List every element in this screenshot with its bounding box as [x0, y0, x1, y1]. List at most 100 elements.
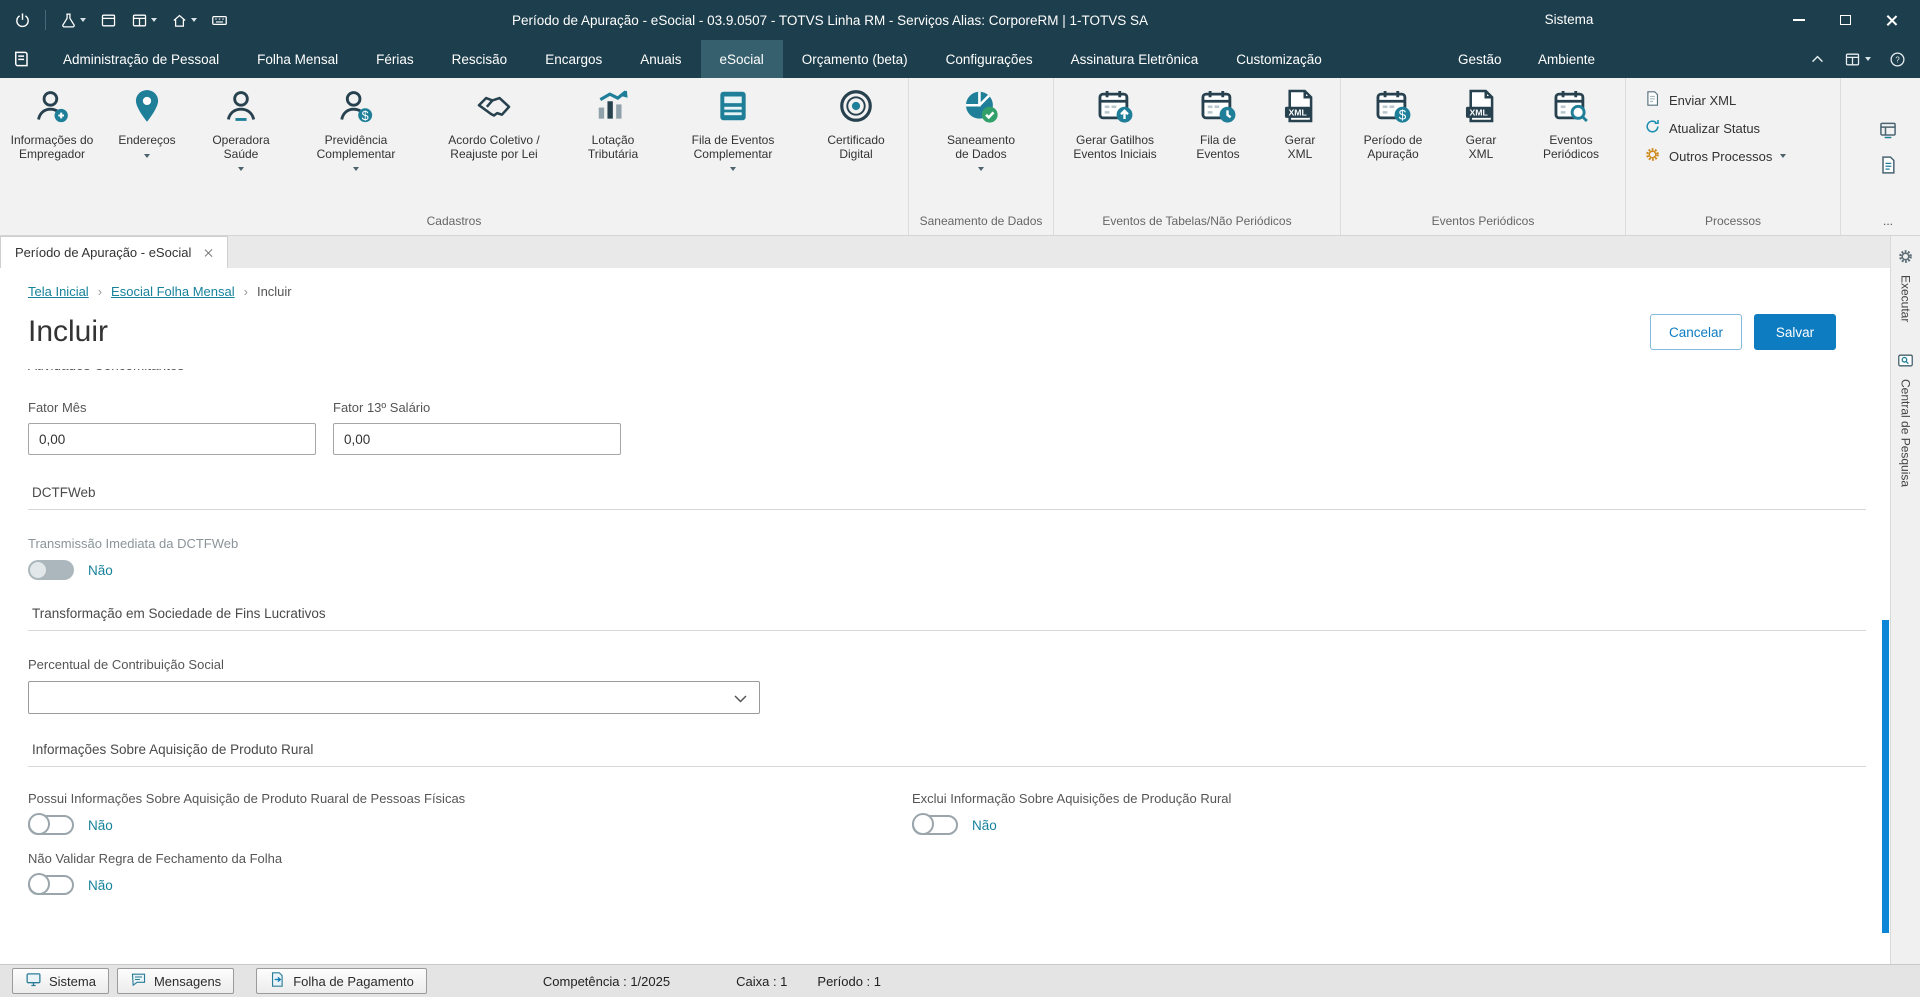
help-icon[interactable]	[1889, 51, 1906, 68]
sidebar-item-executar[interactable]: Executar	[1897, 248, 1914, 322]
exclui-info-toggle[interactable]	[912, 813, 958, 835]
ribbon-item-gerar-xml-tabelas[interactable]: Gerar XML	[1262, 78, 1338, 163]
cancel-button[interactable]: Cancelar	[1650, 314, 1742, 350]
window-split-icon[interactable]	[1844, 51, 1871, 68]
calendar-upload-icon	[1096, 87, 1134, 128]
chevron-down-icon	[734, 695, 747, 703]
menu-tab-rescisao[interactable]: Rescisão	[433, 40, 527, 78]
toggle-value: Não	[88, 877, 113, 893]
ribbon-item-fila-eventos-complementar[interactable]: Fila de Eventos Complementar	[660, 78, 806, 173]
possui-info-toggle[interactable]	[28, 813, 74, 835]
fator-fields: Fator Mês Fator 13º Salário	[28, 400, 1862, 455]
section-divider	[28, 509, 1866, 510]
ribbon-item-saneamento-de-dados[interactable]: Saneamento de Dados	[911, 78, 1051, 173]
right-sidebar: Executar Central de Pesquisa	[1890, 236, 1920, 964]
xml-document-icon	[1281, 87, 1319, 128]
gear-icon	[1897, 248, 1914, 268]
minimize-button[interactable]	[1776, 0, 1822, 40]
document-arrow-icon	[269, 971, 286, 991]
tab-sistema[interactable]: Sistema	[1430, 0, 1708, 40]
quick-access-toolbar	[0, 9, 232, 32]
scrollbar-thumb[interactable]	[1882, 620, 1889, 933]
statusbar-button-sistema[interactable]: Sistema	[12, 968, 109, 994]
ribbon-item-label: Atualizar Status	[1669, 120, 1761, 136]
close-button[interactable]	[1868, 0, 1914, 40]
maximize-button[interactable]	[1822, 0, 1868, 40]
window-views-icon[interactable]	[1878, 120, 1898, 143]
fator-13-input[interactable]	[333, 423, 621, 455]
menu-tab-encargos[interactable]: Encargos	[526, 40, 621, 78]
ribbon-item-label: Eventos Periódicos	[1542, 133, 1600, 161]
fator-mes-input[interactable]	[28, 423, 316, 455]
ribbon-item-lotacao-tributaria[interactable]: Lotação Tributária	[566, 78, 660, 163]
flask-icon[interactable]	[56, 9, 90, 32]
menu-tab-configuracoes[interactable]: Configurações	[927, 40, 1052, 78]
power-icon[interactable]	[10, 9, 35, 32]
calendar-search-icon	[1552, 87, 1590, 128]
breadcrumb-link-tela-inicial[interactable]: Tela Inicial	[28, 284, 89, 299]
menu-tab-administracao-de-pessoal[interactable]: Administração de Pessoal	[44, 40, 238, 78]
ribbon-more-button[interactable]: ...	[1858, 209, 1918, 235]
ribbon-item-enviar-xml[interactable]: Enviar XML	[1644, 90, 1736, 110]
statusbar-button-label: Mensagens	[153, 973, 222, 989]
section-header: Informações Sobre Aquisição de Produto R…	[32, 742, 314, 757]
toggle-label: Não Validar Regra de Fechamento da Folha	[28, 851, 283, 866]
ribbon-item-eventos-periodicos[interactable]: Eventos Periódicos	[1519, 78, 1623, 163]
ribbon-item-gerar-xml-periodicos[interactable]: Gerar XML	[1443, 78, 1519, 163]
menu-tab-gestao[interactable]: Gestão	[1448, 40, 1512, 78]
ribbon-item-atualizar-status[interactable]: Atualizar Status	[1644, 118, 1760, 138]
percentual-select[interactable]	[28, 681, 760, 714]
sidebar-item-central-de-pesquisa[interactable]: Central de Pesquisa	[1897, 352, 1914, 487]
menu-tab-ferias[interactable]: Férias	[357, 40, 433, 78]
report-document-icon[interactable]	[1878, 155, 1898, 178]
ribbon-item-label: Enviar XML	[1669, 92, 1737, 108]
section-transformacao: Transformação em Sociedade de Fins Lucra…	[28, 606, 1866, 631]
ribbon-item-outros-processos[interactable]: Outros Processos	[1644, 146, 1787, 166]
window-layout-icon[interactable]	[127, 9, 161, 32]
ribbon-item-enderecos[interactable]: Endereços	[102, 78, 192, 160]
menu-tab-orcamento-beta[interactable]: Orçamento (beta)	[783, 40, 927, 78]
ribbon-item-label: Gerar Gatilhos Eventos Iniciais	[1073, 133, 1157, 161]
panel-list-icon	[714, 87, 752, 128]
percentual-field: Percentual de Contribuição Social	[28, 657, 1862, 714]
close-tab-icon[interactable]	[203, 248, 213, 258]
menu-tab-anuais[interactable]: Anuais	[621, 40, 700, 78]
statusbar-button-folha-de-pagamento[interactable]: Folha de Pagamento	[256, 968, 427, 994]
statusbar-button-mensagens[interactable]: Mensagens	[116, 968, 235, 994]
ribbon-item-acordo-coletivo[interactable]: Acordo Coletivo / Reajuste por Lei	[422, 78, 566, 163]
keyboard-icon[interactable]	[207, 9, 232, 32]
fator-13-label: Fator 13º Salário	[333, 400, 431, 415]
bar-chart-icon	[594, 87, 632, 128]
ribbon-item-certificado-digital[interactable]: Certificado Digital	[806, 78, 906, 163]
menu-tab-customizacao[interactable]: Customização	[1217, 40, 1341, 78]
ribbon-item-informacoes-do-empregador[interactable]: Informações do Empregador	[2, 78, 102, 163]
home-icon[interactable]	[167, 9, 201, 32]
save-button[interactable]: Salvar	[1754, 314, 1836, 350]
collapse-ribbon-icon[interactable]	[1809, 51, 1826, 68]
ribbon-item-label: Gerar XML	[1465, 133, 1497, 161]
breadcrumb-link-esocial-folha-mensal[interactable]: Esocial Folha Mensal	[111, 284, 235, 299]
section-divider	[28, 630, 1866, 631]
pie-check-icon	[962, 87, 1000, 128]
bottom-gap	[0, 997, 1920, 1008]
transmissao-toggle[interactable]	[28, 560, 74, 580]
ribbon-item-gerar-gatilhos[interactable]: Gerar Gatilhos Eventos Iniciais	[1056, 78, 1174, 163]
gear-icon	[1644, 146, 1661, 166]
ribbon-group-label: Eventos de Tabelas/Não Periódicos	[1102, 214, 1292, 228]
chevron-down-icon	[730, 167, 736, 171]
app-logo-icon[interactable]	[0, 40, 44, 78]
tab-periodo-de-apuracao-esocial[interactable]: Período de Apuração - eSocial	[0, 236, 229, 268]
menu-tab-assinatura-eletronica[interactable]: Assinatura Eletrônica	[1052, 40, 1218, 78]
menu-tab-ambiente[interactable]: Ambiente	[1528, 40, 1605, 78]
menu-tab-esocial[interactable]: eSocial	[700, 40, 783, 78]
nao-validar-toggle[interactable]	[28, 873, 74, 895]
ribbon-item-fila-de-eventos[interactable]: Fila de Eventos	[1174, 78, 1262, 163]
window-menu-icon[interactable]	[96, 9, 121, 32]
monitor-icon	[25, 971, 42, 991]
menu-tab-folha-mensal[interactable]: Folha Mensal	[238, 40, 357, 78]
ribbon-item-operadora-saude[interactable]: Operadora Saúde	[192, 78, 290, 173]
page-header: Incluir Cancelar Salvar	[28, 311, 1862, 353]
ribbon-item-periodo-de-apuracao[interactable]: Período de Apuração	[1343, 78, 1443, 163]
ribbon-item-previdencia-complementar[interactable]: Previdência Complementar	[290, 78, 422, 173]
ribbon-item-label: Endereços	[118, 133, 176, 147]
